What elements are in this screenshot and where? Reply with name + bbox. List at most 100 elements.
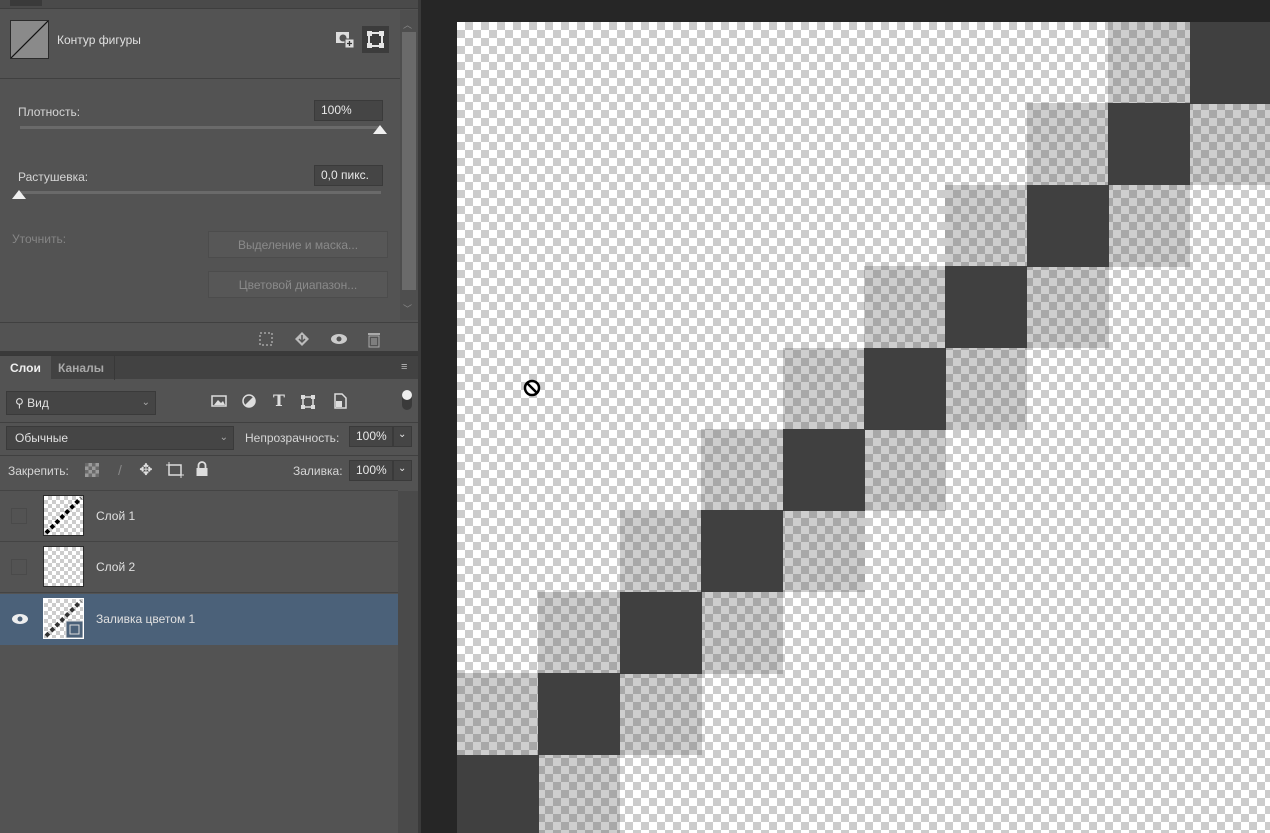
- light-square: [945, 184, 1028, 267]
- scroll-up-icon[interactable]: ︿: [403, 18, 412, 31]
- eye-icon[interactable]: [11, 612, 29, 629]
- layer-name[interactable]: Слой 2: [96, 542, 135, 593]
- light-square: [864, 429, 946, 511]
- search-icon: ⚲: [15, 396, 24, 410]
- filter-shape-icon[interactable]: [300, 394, 316, 413]
- layer-row-selected[interactable]: Заливка цветом 1: [0, 594, 398, 645]
- divider: [0, 78, 400, 79]
- panel-divider: [418, 0, 421, 833]
- layer-filter-dropdown[interactable]: ⚲ Вид ⌄: [6, 391, 156, 415]
- light-square: [1108, 22, 1191, 104]
- blend-mode-dropdown[interactable]: Обычные ⌄: [6, 426, 234, 450]
- layer-thumbnail: [43, 495, 84, 536]
- divider: [0, 422, 418, 423]
- density-input[interactable]: 100%: [314, 100, 383, 121]
- document-canvas[interactable]: [457, 22, 1270, 833]
- dark-square: [864, 347, 946, 430]
- visibility-toggle[interactable]: [11, 559, 27, 575]
- chevron-down-icon: ⌄: [219, 432, 228, 443]
- select-and-mask-button[interactable]: Выделение и маска...: [208, 231, 388, 258]
- fill-dropdown-icon[interactable]: ⌄: [393, 460, 412, 481]
- panel-menu-icon[interactable]: ≡: [401, 361, 407, 373]
- fill-label: Заливка:: [293, 464, 343, 478]
- light-square: [701, 429, 784, 511]
- opacity-label: Непрозрачность:: [245, 431, 340, 445]
- vector-mask-button[interactable]: [362, 26, 389, 53]
- color-range-button[interactable]: Цветовой диапазон...: [208, 271, 388, 298]
- tab-layers[interactable]: Слои: [0, 356, 51, 380]
- visibility-eye-icon[interactable]: [330, 331, 348, 350]
- fill-input[interactable]: 100%: [349, 460, 393, 481]
- light-square: [782, 510, 865, 593]
- dark-square: [701, 510, 784, 593]
- not-allowed-cursor-icon: [523, 379, 541, 397]
- shape-mask-thumbnail: [10, 20, 49, 59]
- filter-adjustment-icon[interactable]: [241, 394, 257, 411]
- properties-title: Контур фигуры: [57, 33, 141, 47]
- load-selection-icon[interactable]: [258, 331, 274, 350]
- left-panels: Контур фигуры Плотность: 100% Растушевка…: [0, 0, 418, 833]
- layer-thumbnail: [43, 598, 84, 639]
- light-square: [864, 266, 946, 349]
- dark-square: [538, 673, 621, 756]
- filter-type-icon[interactable]: T: [270, 391, 288, 410]
- delete-trash-icon[interactable]: [366, 330, 382, 351]
- layers-tab-bar: Слои Каналы ≡: [0, 355, 418, 380]
- dark-square: [1026, 184, 1109, 267]
- layer-row[interactable]: Слой 2: [0, 542, 398, 593]
- layers-scrollbar[interactable]: [398, 491, 418, 833]
- light-square: [1026, 103, 1109, 186]
- lock-image-pixels-icon[interactable]: /: [112, 462, 128, 478]
- scrollbar-thumb[interactable]: [402, 32, 416, 290]
- light-square: [701, 591, 784, 674]
- dark-square: [457, 754, 539, 833]
- light-square: [1189, 103, 1270, 186]
- tab-channels[interactable]: Каналы: [48, 356, 115, 380]
- chevron-down-icon: ⌄: [141, 397, 150, 408]
- layer-row[interactable]: Слой 1: [0, 491, 398, 542]
- dark-square: [782, 429, 865, 511]
- panel-top-strip: [0, 0, 418, 9]
- light-square: [1026, 266, 1109, 349]
- refine-label: Уточнить:: [12, 232, 67, 246]
- lock-position-icon[interactable]: ✥: [137, 460, 155, 480]
- density-slider[interactable]: [20, 126, 381, 129]
- density-slider-knob[interactable]: [373, 125, 387, 134]
- divider: [0, 322, 418, 323]
- scroll-down-icon[interactable]: ﹀: [403, 302, 412, 315]
- light-square: [457, 673, 539, 756]
- dark-square: [945, 266, 1028, 349]
- filter-smart-object-icon[interactable]: [332, 393, 348, 412]
- dark-square: [1189, 22, 1270, 104]
- filter-pixel-icon[interactable]: [211, 394, 227, 411]
- light-square: [619, 673, 702, 756]
- blend-mode-value: Обычные: [15, 431, 69, 445]
- light-square: [945, 347, 1028, 430]
- apply-mask-icon[interactable]: [293, 330, 311, 351]
- light-square: [538, 754, 621, 833]
- layer-name[interactable]: Заливка цветом 1: [96, 594, 195, 645]
- dark-square: [1108, 103, 1191, 186]
- light-square: [782, 347, 865, 430]
- opacity-dropdown-icon[interactable]: ⌄: [393, 426, 412, 447]
- feather-label: Растушевка:: [18, 170, 89, 184]
- lock-all-icon[interactable]: [195, 461, 209, 480]
- lock-transparent-pixels-icon[interactable]: [85, 463, 99, 477]
- feather-slider[interactable]: [20, 191, 381, 194]
- properties-scrollbar[interactable]: ︿ ﹀: [400, 10, 418, 320]
- light-square: [1108, 184, 1191, 267]
- opacity-input[interactable]: 100%: [349, 426, 393, 447]
- light-square: [619, 510, 702, 593]
- filter-value: Вид: [27, 396, 49, 410]
- lock-label: Закрепить:: [8, 464, 69, 478]
- filter-toggle[interactable]: [402, 390, 412, 410]
- add-mask-icon[interactable]: [334, 29, 356, 51]
- lock-artboard-icon[interactable]: [166, 462, 184, 481]
- feather-input[interactable]: 0,0 пикс.: [314, 165, 383, 186]
- feather-slider-knob[interactable]: [12, 190, 26, 199]
- divider: [0, 455, 418, 456]
- density-label: Плотность:: [18, 105, 81, 119]
- light-square: [538, 591, 621, 674]
- visibility-toggle[interactable]: [11, 508, 27, 524]
- layer-name[interactable]: Слой 1: [96, 491, 135, 542]
